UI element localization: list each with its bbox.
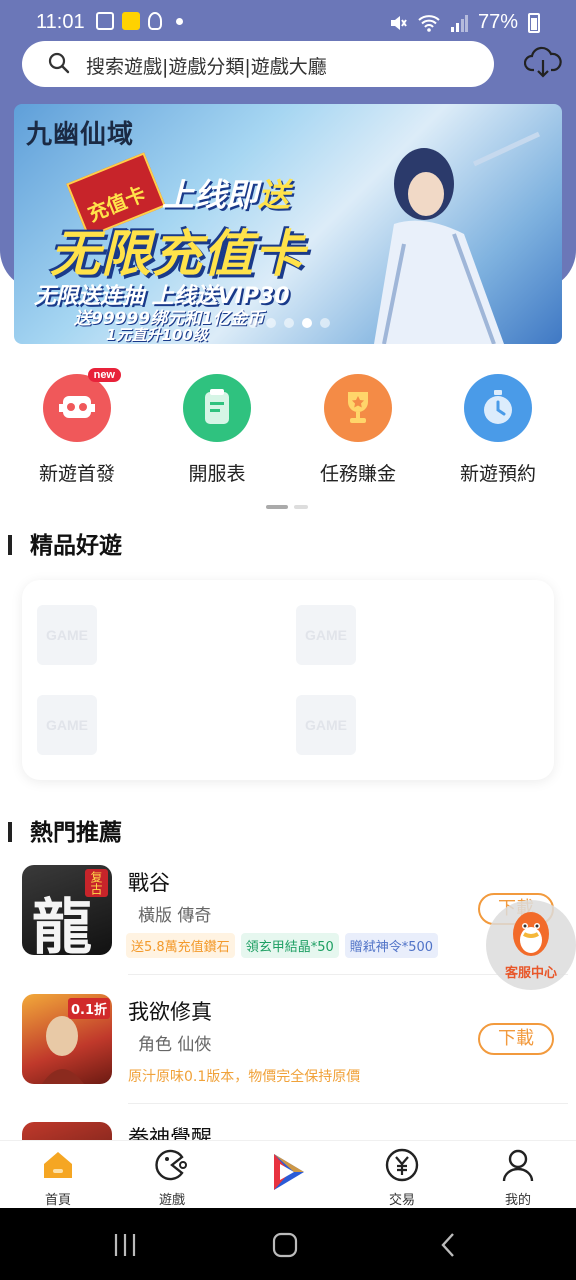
banner-dot[interactable] <box>266 318 276 328</box>
row-divider <box>128 1103 568 1104</box>
game-icon: 0.1折 <box>22 994 112 1084</box>
game-icon-glyph: 龍 <box>32 893 92 955</box>
promo-banner[interactable]: 九幽仙域 充值卡 上线即送 无限充值卡 无限送连抽 上线送VIP30 送9999… <box>14 104 562 344</box>
nav-label: 首頁 <box>44 1193 71 1208</box>
game-placeholder-logo[interactable]: GAME <box>37 695 97 755</box>
yen-icon <box>385 1148 419 1182</box>
nav-label: 遊戲 <box>158 1193 185 1208</box>
bulb-icon <box>148 12 162 30</box>
quick-action-server-list[interactable]: 開服表 <box>157 370 277 486</box>
gamepad-icon <box>155 1149 187 1181</box>
banner-dot[interactable] <box>248 318 258 328</box>
quick-action-label: 新遊預約 <box>459 463 536 485</box>
stopwatch-icon <box>464 374 532 442</box>
game-genre: 角色 仙俠 <box>138 1035 212 1055</box>
featured-games-card: GAME GAME GAME GAME <box>22 580 554 780</box>
quick-action-preorder[interactable]: 新遊預約 <box>438 370 558 486</box>
qq-penguin-icon <box>513 912 549 956</box>
banner-game-logo: 九幽仙域 <box>26 120 135 150</box>
status-time: 11:01 <box>36 11 85 33</box>
nav-profile[interactable]: 我的 <box>468 1147 568 1208</box>
banner-dot[interactable] <box>284 318 294 328</box>
bottom-nav: 首頁 遊戲 交易 我的 <box>0 1140 576 1208</box>
game-genre: 橫版 傳奇 <box>138 906 212 926</box>
game-row[interactable]: 0.1折 我欲修真 角色 仙俠 原汁原味0.1版本，物價完全保持原價 下載 <box>22 994 554 1104</box>
play-logo-icon <box>274 1154 304 1190</box>
banner-dot-active[interactable] <box>302 318 312 328</box>
customer-service-label: 客服中心 <box>504 966 557 981</box>
game-row[interactable]: 拳神覺醒 <box>22 1122 554 1140</box>
notification-icons <box>96 12 183 30</box>
quick-action-label: 開服表 <box>188 463 246 485</box>
recent-apps-icon[interactable] <box>112 1232 138 1258</box>
game-description: 原汁原味0.1版本，物價完全保持原價 <box>128 1069 361 1085</box>
game-placeholder-logo[interactable]: GAME <box>37 605 97 665</box>
mute-icon <box>390 15 407 30</box>
game-placeholder-logo[interactable]: GAME <box>296 695 356 755</box>
game-tags: 送5.8萬充值鑽石 領玄甲結晶*50 贈弒神令*500 <box>126 933 439 958</box>
user-icon <box>502 1149 534 1182</box>
back-icon[interactable] <box>436 1232 462 1258</box>
quick-actions-pager <box>266 505 308 509</box>
battery-percent: 77% <box>477 11 518 33</box>
home-icon <box>44 1152 72 1178</box>
more-notifications-icon <box>176 17 183 25</box>
robot-icon: new <box>43 368 121 442</box>
game-icon <box>22 1122 112 1140</box>
game-row[interactable]: 龍 复古 戰谷 橫版 傳奇 送5.8萬充值鑽石 領玄甲結晶*50 贈弒神令*50… <box>22 865 554 975</box>
game-icon-corner-label: 0.1折 <box>67 998 110 1019</box>
quick-action-new-games[interactable]: new 新遊首發 <box>17 368 137 486</box>
system-nav-bar <box>0 1208 576 1280</box>
status-bar: 11:01 77% <box>0 0 576 44</box>
game-placeholder-logo[interactable]: GAME <box>296 605 356 665</box>
game-name: 我欲修真 <box>128 1000 212 1024</box>
snapchat-icon <box>122 12 140 30</box>
quick-action-label: 任務賺金 <box>319 463 396 485</box>
home-button-icon[interactable] <box>272 1232 298 1258</box>
quick-action-label: 新遊首發 <box>38 463 115 485</box>
banner-dot[interactable] <box>320 318 330 328</box>
search-bar[interactable]: 搜索遊戲|遊戲分類|遊戲大廳 <box>22 41 494 87</box>
battery-icon <box>528 12 540 33</box>
trophy-icon <box>324 374 392 442</box>
game-icon-corner-label: 复古 <box>85 869 108 897</box>
game-name: 戰谷 <box>128 871 170 895</box>
nav-trade[interactable]: 交易 <box>352 1147 452 1208</box>
nav-games[interactable]: 遊戲 <box>122 1147 222 1208</box>
app-screen: 11:01 77% 搜索遊戲|遊戲分類|遊戲大廳 九幽仙域 充值卡 上线即送 无… <box>0 0 576 1280</box>
nav-label: 我的 <box>504 1193 531 1208</box>
wifi-icon <box>418 14 440 32</box>
game-tag: 送5.8萬充值鑽石 <box>126 933 235 958</box>
game-tag: 領玄甲結晶*50 <box>240 933 339 958</box>
search-placeholder: 搜索遊戲|遊戲分類|遊戲大廳 <box>86 56 327 78</box>
banner-line1: 上线即送 <box>162 170 290 216</box>
clipboard-icon <box>183 374 251 442</box>
new-badge: new <box>87 368 121 382</box>
game-tag: 贈弒神令*500 <box>344 933 439 958</box>
banner-line1-highlight: 送 <box>258 176 291 214</box>
pager-dot-active <box>266 505 288 509</box>
nav-center-logo[interactable] <box>238 1149 338 1199</box>
section-title-featured: 精品好遊 <box>8 526 122 560</box>
signal-icon <box>450 14 468 32</box>
cloud-download-icon[interactable] <box>524 44 562 80</box>
quick-actions: new 新遊首發 開服表 任務賺金 新遊預約 <box>0 368 576 490</box>
download-button[interactable]: 下載 <box>478 1023 554 1055</box>
customer-service-button[interactable]: 客服中心 <box>486 900 576 990</box>
game-icon: 龍 复古 <box>22 865 112 955</box>
banner-title: 无限充值卡 <box>50 225 305 283</box>
search-icon <box>48 52 70 74</box>
game-name: 拳神覺醒 <box>128 1126 212 1140</box>
gallery-icon <box>96 12 114 30</box>
pager-dot <box>294 505 308 509</box>
section-title-hot: 熱門推薦 <box>8 813 122 847</box>
banner-line5: 1元直升100级 <box>106 326 208 344</box>
nav-label: 交易 <box>388 1193 415 1208</box>
nav-home[interactable]: 首頁 <box>8 1147 108 1208</box>
banner-pagination <box>248 318 330 328</box>
banner-hero-illustration <box>374 131 541 344</box>
quick-action-tasks[interactable]: 任務賺金 <box>298 370 418 486</box>
banner-line1-prefix: 上线即 <box>162 176 259 214</box>
system-status: 77% <box>388 11 540 34</box>
